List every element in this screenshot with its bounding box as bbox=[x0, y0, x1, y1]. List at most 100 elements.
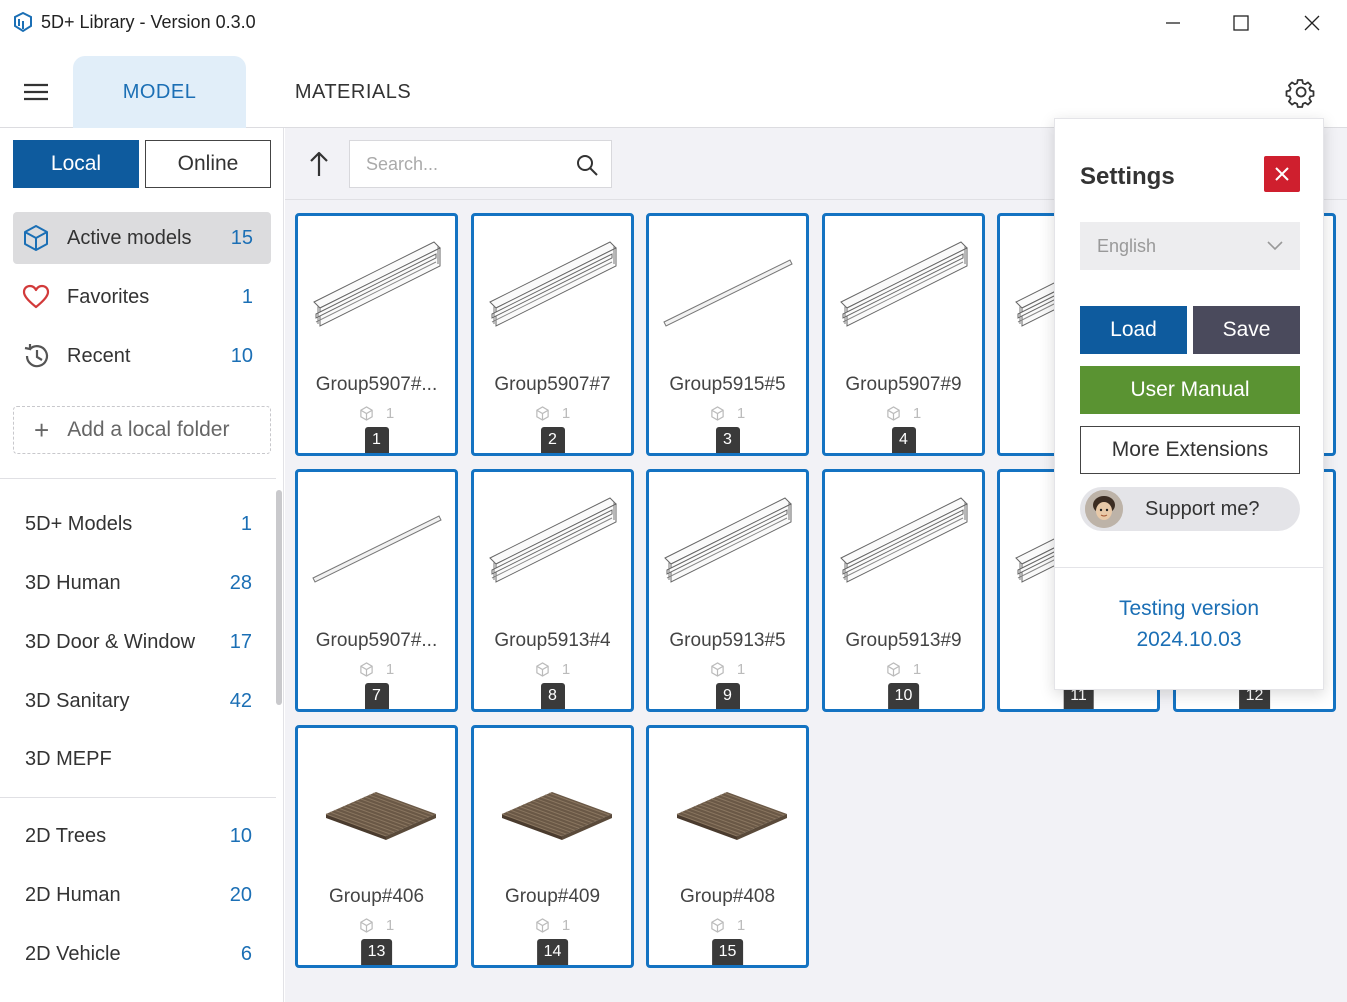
close-icon bbox=[1304, 15, 1320, 31]
history-icon bbox=[22, 342, 50, 370]
model-card[interactable]: Group5907#... 1 7 bbox=[295, 469, 458, 712]
model-card[interactable]: Group5915#5 1 3 bbox=[646, 213, 809, 456]
model-count: 1 bbox=[912, 405, 922, 422]
category-count: 10 bbox=[229, 824, 252, 847]
settings-panel: Settings English Load Save User Manual M… bbox=[1054, 118, 1324, 690]
model-card[interactable]: Group5907#7 1 2 bbox=[471, 213, 634, 456]
model-count: 1 bbox=[561, 917, 571, 934]
minimize-button[interactable] bbox=[1139, 0, 1207, 46]
sidebar-item-label: Favorites bbox=[67, 285, 150, 308]
category-label: 2D Trees bbox=[25, 824, 107, 847]
category-label: 3D Human bbox=[25, 571, 121, 594]
tab-model[interactable]: MODEL bbox=[73, 56, 246, 128]
category-3d-door-window[interactable]: 3D Door & Window 17 bbox=[0, 617, 276, 667]
sidebar-item-recent[interactable]: Recent 10 bbox=[13, 330, 271, 382]
model-card[interactable]: Group5913#4 1 8 bbox=[471, 469, 634, 712]
model-name: Group5913#5 bbox=[669, 630, 786, 651]
cube-icon bbox=[360, 662, 373, 677]
model-count: 1 bbox=[736, 661, 746, 678]
model-count: 1 bbox=[385, 917, 395, 934]
model-count: 1 bbox=[385, 405, 395, 422]
category-3d-human[interactable]: 3D Human 28 bbox=[0, 558, 276, 608]
model-meta: 1 bbox=[649, 661, 806, 678]
category-count: 28 bbox=[229, 571, 252, 594]
cube-icon bbox=[536, 406, 549, 421]
category-5d-models[interactable]: 5D+ Models 1 bbox=[0, 499, 276, 549]
sidebar: Local Online Active models 15 Favorites … bbox=[0, 128, 284, 1002]
model-card[interactable]: Group5913#9 1 10 bbox=[822, 469, 985, 712]
category-3d-sanitary[interactable]: 3D Sanitary 42 bbox=[0, 676, 276, 726]
model-meta: 1 bbox=[474, 917, 631, 934]
divider bbox=[0, 478, 276, 479]
cube-icon bbox=[711, 406, 724, 421]
close-window-button[interactable] bbox=[1278, 0, 1346, 46]
category-count: 1 bbox=[240, 512, 252, 535]
sidebar-item-label: Active models bbox=[67, 226, 192, 249]
heart-icon bbox=[22, 283, 50, 311]
category-3d-mepf[interactable]: 3D MEPF bbox=[0, 734, 276, 784]
cube-icon bbox=[22, 224, 50, 252]
model-name: Group5907#7 bbox=[494, 374, 611, 395]
model-card[interactable]: Group5907#9 1 4 bbox=[822, 213, 985, 456]
version-line: Testing version bbox=[1118, 597, 1260, 620]
category-2d-trees[interactable]: 2D Trees 10 bbox=[0, 811, 276, 861]
model-name: Group5907#... bbox=[315, 374, 438, 395]
version-date: 2024.10.03 bbox=[1136, 628, 1242, 651]
model-name: Group5913#9 bbox=[845, 630, 962, 651]
model-count: 1 bbox=[736, 405, 746, 422]
cube-icon bbox=[887, 662, 900, 677]
add-local-folder-label: Add a local folder bbox=[67, 418, 230, 441]
model-card[interactable]: Group5913#5 1 9 bbox=[646, 469, 809, 712]
cube-icon bbox=[536, 918, 549, 933]
model-thumbnail bbox=[659, 236, 796, 346]
maximize-button[interactable] bbox=[1207, 0, 1275, 46]
model-name: Group5913#4 bbox=[494, 630, 611, 651]
save-button[interactable]: Save bbox=[1193, 306, 1300, 354]
category-2d-vehicle[interactable]: 2D Vehicle 6 bbox=[0, 929, 276, 979]
search-icon[interactable] bbox=[575, 153, 599, 177]
model-thumbnail bbox=[835, 236, 972, 346]
version-info[interactable]: Testing version 2024.10.03 bbox=[1055, 593, 1323, 655]
model-card[interactable]: Group5907#... 1 1 bbox=[295, 213, 458, 456]
gear-icon[interactable] bbox=[1284, 76, 1316, 108]
model-card[interactable]: Group#409 1 14 bbox=[471, 725, 634, 968]
category-label: 2D Vehicle bbox=[25, 942, 121, 965]
model-thumbnail bbox=[484, 236, 621, 346]
cube-icon bbox=[887, 406, 900, 421]
model-index-badge: 1 bbox=[364, 427, 389, 453]
model-index-badge: 14 bbox=[536, 939, 569, 965]
search-input[interactable] bbox=[366, 153, 566, 175]
hamburger-menu-icon[interactable] bbox=[22, 81, 50, 103]
support-button[interactable]: Support me? bbox=[1080, 487, 1300, 531]
divider bbox=[1055, 567, 1323, 568]
model-thumbnail bbox=[835, 492, 972, 602]
local-button[interactable]: Local bbox=[13, 140, 139, 188]
sidebar-item-label: Recent bbox=[67, 344, 131, 367]
online-button[interactable]: Online bbox=[145, 140, 271, 188]
arrow-up-icon[interactable] bbox=[307, 150, 331, 178]
model-thumbnail bbox=[308, 492, 445, 602]
sidebar-item-favorites[interactable]: Favorites 1 bbox=[13, 271, 271, 323]
sidebar-item-active-models[interactable]: Active models 15 bbox=[13, 212, 271, 264]
model-meta: 1 bbox=[649, 917, 806, 934]
tab-materials[interactable]: MATERIALS bbox=[270, 56, 436, 128]
settings-title: Settings bbox=[1080, 163, 1175, 190]
category-2d-human[interactable]: 2D Human 20 bbox=[0, 870, 276, 920]
language-select[interactable]: English bbox=[1080, 222, 1300, 270]
add-local-folder-button[interactable]: + Add a local folder bbox=[13, 406, 271, 454]
settings-close-button[interactable] bbox=[1264, 156, 1300, 192]
model-thumbnail bbox=[308, 748, 445, 858]
language-value: English bbox=[1097, 235, 1157, 256]
model-card[interactable]: Group#408 1 15 bbox=[646, 725, 809, 968]
model-index-badge: 7 bbox=[364, 683, 389, 709]
model-thumbnail bbox=[308, 236, 445, 346]
sidebar-item-count: 1 bbox=[241, 285, 253, 308]
category-count: 6 bbox=[240, 942, 252, 965]
load-button[interactable]: Load bbox=[1080, 306, 1187, 354]
model-thumbnail bbox=[484, 492, 621, 602]
more-extensions-button[interactable]: More Extensions bbox=[1080, 426, 1300, 474]
sidebar-scrollbar[interactable] bbox=[276, 490, 282, 705]
user-manual-button[interactable]: User Manual bbox=[1080, 366, 1300, 414]
cube-icon bbox=[536, 662, 549, 677]
model-card[interactable]: Group#406 1 13 bbox=[295, 725, 458, 968]
